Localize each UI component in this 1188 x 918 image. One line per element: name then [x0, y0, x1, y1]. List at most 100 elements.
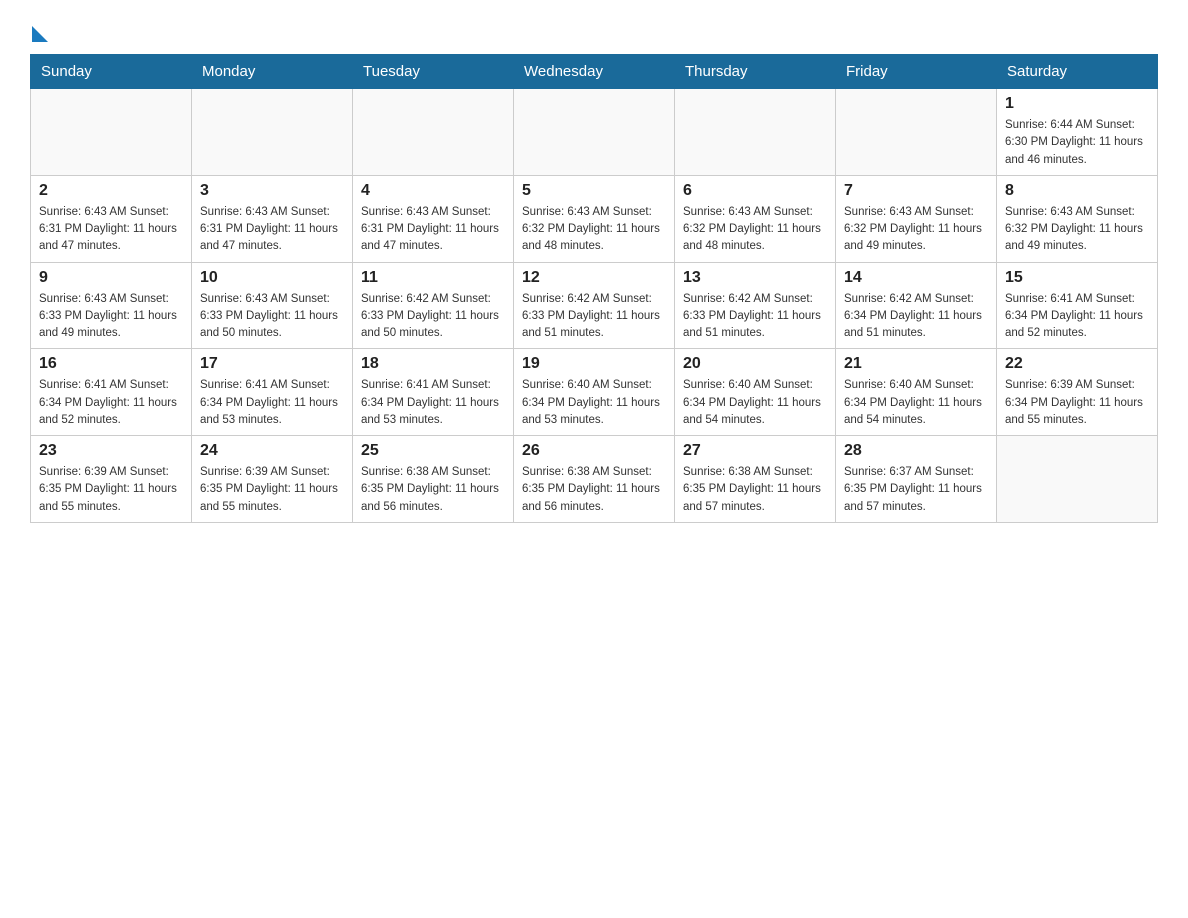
- day-cell: 3 Sunrise: 6:43 AM Sunset: 6:31 PM Daylig…: [192, 175, 353, 262]
- day-number: 8: [1005, 182, 1149, 200]
- day-info: Sunrise: 6:43 AM Sunset: 6:32 PM Dayligh…: [522, 204, 666, 256]
- day-cell: 9 Sunrise: 6:43 AM Sunset: 6:33 PM Daylig…: [31, 262, 192, 349]
- day-cell: [353, 89, 514, 176]
- day-number: 10: [200, 269, 344, 287]
- day-cell: [514, 89, 675, 176]
- day-number: 18: [361, 355, 505, 373]
- day-cell: [836, 89, 997, 176]
- day-info: Sunrise: 6:43 AM Sunset: 6:31 PM Dayligh…: [361, 204, 505, 256]
- day-number: 16: [39, 355, 183, 373]
- day-number: 11: [361, 269, 505, 287]
- day-number: 24: [200, 442, 344, 460]
- day-info: Sunrise: 6:42 AM Sunset: 6:33 PM Dayligh…: [683, 291, 827, 343]
- day-info: Sunrise: 6:43 AM Sunset: 6:33 PM Dayligh…: [39, 291, 183, 343]
- day-number: 25: [361, 442, 505, 460]
- day-cell: 20 Sunrise: 6:40 AM Sunset: 6:34 PM Dayli…: [675, 349, 836, 436]
- week-row-3: 9 Sunrise: 6:43 AM Sunset: 6:33 PM Daylig…: [31, 262, 1158, 349]
- header-cell-sunday: Sunday: [31, 55, 192, 89]
- week-row-2: 2 Sunrise: 6:43 AM Sunset: 6:31 PM Daylig…: [31, 175, 1158, 262]
- day-cell: 14 Sunrise: 6:42 AM Sunset: 6:34 PM Dayli…: [836, 262, 997, 349]
- day-info: Sunrise: 6:41 AM Sunset: 6:34 PM Dayligh…: [1005, 291, 1149, 343]
- day-cell: 23 Sunrise: 6:39 AM Sunset: 6:35 PM Dayli…: [31, 436, 192, 523]
- day-cell: 19Sunrise: 6:40 AM Sunset: 6:34 PM Dayli…: [514, 349, 675, 436]
- day-cell: 8 Sunrise: 6:43 AM Sunset: 6:32 PM Daylig…: [997, 175, 1158, 262]
- day-cell: 17 Sunrise: 6:41 AM Sunset: 6:34 PM Dayli…: [192, 349, 353, 436]
- day-number: 4: [361, 182, 505, 200]
- day-cell: 7 Sunrise: 6:43 AM Sunset: 6:32 PM Daylig…: [836, 175, 997, 262]
- day-cell: 26 Sunrise: 6:38 AM Sunset: 6:35 PM Dayli…: [514, 436, 675, 523]
- day-cell: 28Sunrise: 6:37 AM Sunset: 6:35 PM Dayli…: [836, 436, 997, 523]
- header-row: SundayMondayTuesdayWednesdayThursdayFrid…: [31, 55, 1158, 89]
- day-info: Sunrise: 6:43 AM Sunset: 6:31 PM Dayligh…: [200, 204, 344, 256]
- week-row-1: 1 Sunrise: 6:44 AM Sunset: 6:30 PM Daylig…: [31, 89, 1158, 176]
- day-number: 5: [522, 182, 666, 200]
- calendar-table: SundayMondayTuesdayWednesdayThursdayFrid…: [30, 54, 1158, 523]
- day-info: Sunrise: 6:39 AM Sunset: 6:34 PM Dayligh…: [1005, 377, 1149, 429]
- calendar-header: SundayMondayTuesdayWednesdayThursdayFrid…: [31, 55, 1158, 89]
- header-cell-thursday: Thursday: [675, 55, 836, 89]
- day-info: Sunrise: 6:41 AM Sunset: 6:34 PM Dayligh…: [200, 377, 344, 429]
- header-cell-friday: Friday: [836, 55, 997, 89]
- day-info: Sunrise: 6:42 AM Sunset: 6:33 PM Dayligh…: [361, 291, 505, 343]
- day-number: 27: [683, 442, 827, 460]
- day-number: 12: [522, 269, 666, 287]
- day-number: 22: [1005, 355, 1149, 373]
- day-info: Sunrise: 6:43 AM Sunset: 6:33 PM Dayligh…: [200, 291, 344, 343]
- week-row-5: 23 Sunrise: 6:39 AM Sunset: 6:35 PM Dayli…: [31, 436, 1158, 523]
- day-cell: 16 Sunrise: 6:41 AM Sunset: 6:34 PM Dayli…: [31, 349, 192, 436]
- day-number: 7: [844, 182, 988, 200]
- day-info: Sunrise: 6:42 AM Sunset: 6:34 PM Dayligh…: [844, 291, 988, 343]
- day-number: 26: [522, 442, 666, 460]
- day-info: Sunrise: 6:42 AM Sunset: 6:33 PM Dayligh…: [522, 291, 666, 343]
- day-info: Sunrise: 6:38 AM Sunset: 6:35 PM Dayligh…: [361, 464, 505, 516]
- day-cell: 13 Sunrise: 6:42 AM Sunset: 6:33 PM Dayli…: [675, 262, 836, 349]
- day-cell: 2 Sunrise: 6:43 AM Sunset: 6:31 PM Daylig…: [31, 175, 192, 262]
- day-cell: 22 Sunrise: 6:39 AM Sunset: 6:34 PM Dayli…: [997, 349, 1158, 436]
- day-number: 9: [39, 269, 183, 287]
- day-info: Sunrise: 6:37 AM Sunset: 6:35 PM Dayligh…: [844, 464, 988, 516]
- day-cell: [997, 436, 1158, 523]
- day-info: Sunrise: 6:38 AM Sunset: 6:35 PM Dayligh…: [522, 464, 666, 516]
- day-number: 15: [1005, 269, 1149, 287]
- day-number: 13: [683, 269, 827, 287]
- day-info: Sunrise: 6:43 AM Sunset: 6:32 PM Dayligh…: [844, 204, 988, 256]
- logo-arrow-icon: [32, 26, 48, 42]
- day-cell: [192, 89, 353, 176]
- day-cell: 11 Sunrise: 6:42 AM Sunset: 6:33 PM Dayli…: [353, 262, 514, 349]
- day-number: 2: [39, 182, 183, 200]
- day-number: 3: [200, 182, 344, 200]
- day-cell: 15 Sunrise: 6:41 AM Sunset: 6:34 PM Dayli…: [997, 262, 1158, 349]
- day-cell: [675, 89, 836, 176]
- day-info: Sunrise: 6:44 AM Sunset: 6:30 PM Dayligh…: [1005, 117, 1149, 169]
- day-cell: 27 Sunrise: 6:38 AM Sunset: 6:35 PM Dayli…: [675, 436, 836, 523]
- day-number: 23: [39, 442, 183, 460]
- day-cell: 18 Sunrise: 6:41 AM Sunset: 6:34 PM Dayli…: [353, 349, 514, 436]
- logo: [30, 20, 48, 38]
- day-cell: 12 Sunrise: 6:42 AM Sunset: 6:33 PM Dayli…: [514, 262, 675, 349]
- day-info: Sunrise: 6:43 AM Sunset: 6:32 PM Dayligh…: [683, 204, 827, 256]
- week-row-4: 16 Sunrise: 6:41 AM Sunset: 6:34 PM Dayli…: [31, 349, 1158, 436]
- day-cell: [31, 89, 192, 176]
- day-info: Sunrise: 6:38 AM Sunset: 6:35 PM Dayligh…: [683, 464, 827, 516]
- day-info: Sunrise: 6:40 AM Sunset: 6:34 PM Dayligh…: [683, 377, 827, 429]
- day-number: 20: [683, 355, 827, 373]
- day-cell: 21 Sunrise: 6:40 AM Sunset: 6:34 PM Dayli…: [836, 349, 997, 436]
- day-cell: 6Sunrise: 6:43 AM Sunset: 6:32 PM Daylig…: [675, 175, 836, 262]
- day-number: 14: [844, 269, 988, 287]
- day-info: Sunrise: 6:39 AM Sunset: 6:35 PM Dayligh…: [39, 464, 183, 516]
- day-info: Sunrise: 6:39 AM Sunset: 6:35 PM Dayligh…: [200, 464, 344, 516]
- day-info: Sunrise: 6:41 AM Sunset: 6:34 PM Dayligh…: [39, 377, 183, 429]
- day-info: Sunrise: 6:43 AM Sunset: 6:32 PM Dayligh…: [1005, 204, 1149, 256]
- day-cell: 25 Sunrise: 6:38 AM Sunset: 6:35 PM Dayli…: [353, 436, 514, 523]
- day-cell: 1 Sunrise: 6:44 AM Sunset: 6:30 PM Daylig…: [997, 89, 1158, 176]
- day-cell: 24 Sunrise: 6:39 AM Sunset: 6:35 PM Dayli…: [192, 436, 353, 523]
- day-number: 17: [200, 355, 344, 373]
- header-cell-monday: Monday: [192, 55, 353, 89]
- day-number: 1: [1005, 95, 1149, 113]
- header-cell-tuesday: Tuesday: [353, 55, 514, 89]
- day-info: Sunrise: 6:41 AM Sunset: 6:34 PM Dayligh…: [361, 377, 505, 429]
- day-number: 21: [844, 355, 988, 373]
- day-info: Sunrise: 6:43 AM Sunset: 6:31 PM Dayligh…: [39, 204, 183, 256]
- day-info: Sunrise: 6:40 AM Sunset: 6:34 PM Dayligh…: [844, 377, 988, 429]
- day-info: Sunrise: 6:40 AM Sunset: 6:34 PM Dayligh…: [522, 377, 666, 429]
